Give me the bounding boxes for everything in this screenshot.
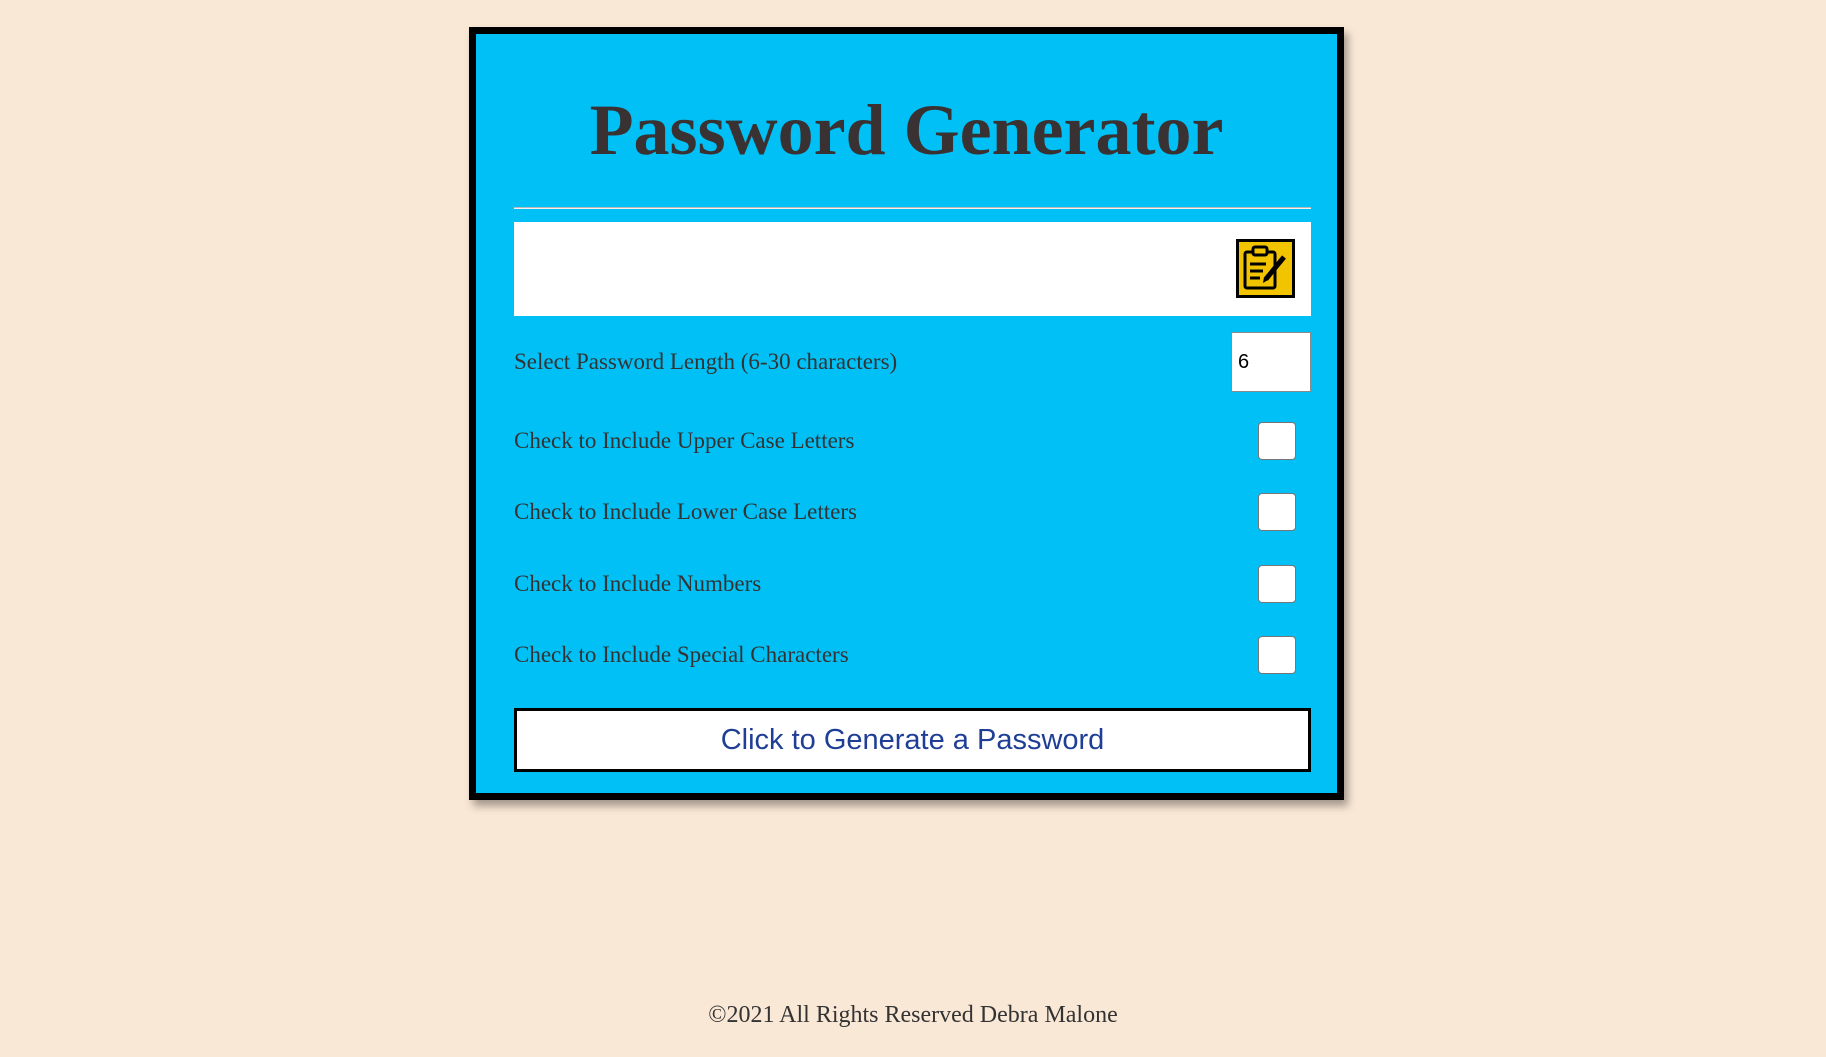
generate-password-button[interactable]: Click to Generate a Password [514,708,1311,772]
option-row-numbers: Check to Include Numbers [514,564,1311,604]
password-output[interactable] [514,222,1311,316]
password-generator-card: Password Generator Select Password Lengt… [469,27,1344,800]
option-row-lowercase: Check to Include Lower Case Letters [514,492,1311,532]
clipboard-edit-icon [1239,242,1292,295]
length-label: Select Password Length (6-30 characters) [514,349,898,374]
copy-button[interactable] [1236,239,1295,298]
length-input[interactable] [1231,332,1311,392]
option-label-lowercase: Check to Include Lower Case Letters [514,499,857,524]
page-title: Password Generator [589,90,1224,170]
title-divider [514,207,1311,209]
option-label-numbers: Check to Include Numbers [514,571,762,596]
option-label-uppercase: Check to Include Upper Case Letters [514,428,855,453]
option-row-special: Check to Include Special Characters [514,635,1311,675]
uppercase-checkbox[interactable] [1258,422,1296,460]
footer-copyright: ©2021 All Rights Reserved Debra Malone [708,1002,1118,1028]
lowercase-checkbox[interactable] [1258,493,1296,531]
option-label-special: Check to Include Special Characters [514,642,849,667]
numbers-checkbox[interactable] [1258,565,1296,603]
option-row-uppercase: Check to Include Upper Case Letters [514,421,1311,461]
page: { "app": { "title": "Password Generator"… [0,0,1826,1057]
special-characters-checkbox[interactable] [1258,636,1296,674]
length-row: Select Password Length (6-30 characters) [514,332,1311,392]
